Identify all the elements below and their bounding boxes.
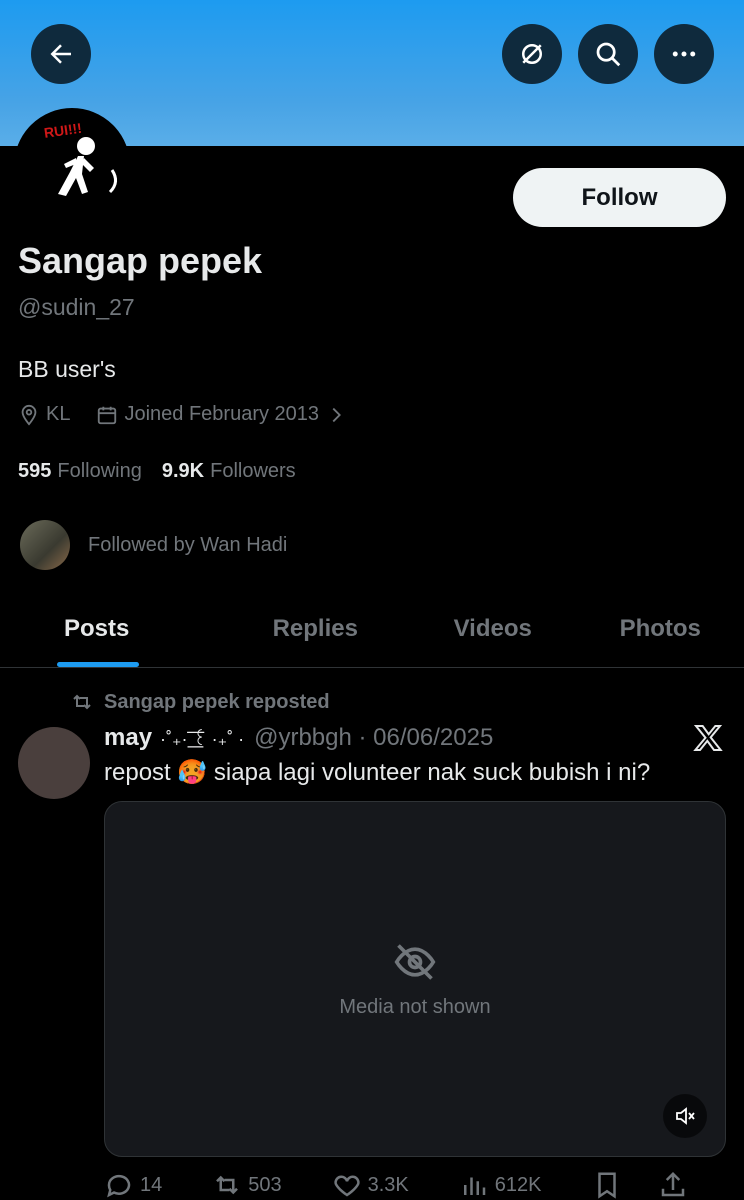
joined-text: Joined February 2013 bbox=[124, 403, 320, 425]
profile-name: Sangap pepek bbox=[18, 240, 263, 281]
profile-handle: @sudin_27 bbox=[18, 294, 135, 320]
grok-icon bbox=[522, 44, 542, 64]
followed-by[interactable]: Followed by Wan Hadi bbox=[20, 520, 287, 570]
svg-text:RUI!!!: RUI!!! bbox=[43, 120, 83, 141]
back-button[interactable] bbox=[31, 24, 91, 84]
bar-chart-icon bbox=[463, 1177, 486, 1195]
location-item: KL bbox=[18, 403, 70, 426]
following-link[interactable]: 595 Following bbox=[18, 460, 142, 483]
profile-bio: BB user's bbox=[18, 356, 116, 382]
repost-label: Sangap pepek reposted bbox=[104, 690, 330, 713]
view-count: 612K bbox=[494, 1173, 542, 1196]
following-count: 595 bbox=[18, 460, 52, 482]
repost-icon bbox=[73, 694, 91, 710]
follow-counts: 595 Following 9.9K Followers bbox=[18, 460, 316, 483]
followers-count: 9.9K bbox=[161, 460, 205, 482]
avatar-figure: RUI!!! bbox=[43, 120, 117, 196]
tab-posts[interactable]: Posts bbox=[0, 590, 232, 667]
repost-indicator: Sangap pepek reposted bbox=[70, 690, 330, 714]
post-author-deco: ·˚₊· ͟͟͞͞꒰ ·₊˚ · bbox=[160, 728, 245, 749]
location-pin-icon bbox=[21, 404, 37, 426]
followers-link[interactable]: 9.9K Followers bbox=[162, 460, 296, 483]
post-media-placeholder[interactable]: Media not shown bbox=[104, 801, 726, 1157]
media-placeholder-label: Media not shown bbox=[339, 995, 491, 1018]
heart-icon bbox=[334, 1175, 360, 1197]
following-label: Following bbox=[57, 460, 142, 482]
post-author-name[interactable]: may bbox=[104, 724, 152, 752]
post-actions: 14 503 3.3K 612K bbox=[104, 1170, 724, 1200]
reply-icon bbox=[107, 1174, 131, 1198]
tab-photos[interactable]: Photos bbox=[577, 590, 744, 667]
follow-button[interactable]: Follow bbox=[513, 168, 726, 227]
repost-action-icon bbox=[216, 1175, 239, 1195]
profile-tabs: Posts Replies Videos Photos bbox=[0, 590, 744, 668]
bookmark-button[interactable] bbox=[592, 1170, 628, 1200]
tab-videos[interactable]: Videos bbox=[409, 590, 577, 667]
followed-by-text: Followed by Wan Hadi bbox=[88, 533, 288, 556]
reply-count: 14 bbox=[140, 1173, 163, 1196]
share-icon bbox=[661, 1171, 684, 1197]
reply-button[interactable]: 14 bbox=[104, 1170, 162, 1200]
profile-avatar[interactable]: RUI!!! bbox=[14, 108, 130, 224]
post-header: may ·˚₊· ͟͟͞͞꒰ ·₊˚ · @yrbbgh · 06/06/202… bbox=[104, 724, 493, 752]
search-button[interactable] bbox=[578, 24, 638, 84]
views-button[interactable]: 612K bbox=[459, 1170, 542, 1200]
joined-item[interactable]: Joined February 2013 bbox=[96, 403, 353, 426]
search-icon bbox=[596, 42, 621, 67]
arrow-left-icon bbox=[50, 44, 71, 64]
profile-meta: KL Joined February 2013 bbox=[18, 403, 379, 426]
mute-button[interactable] bbox=[663, 1094, 707, 1138]
x-logo-icon bbox=[693, 725, 723, 751]
share-button[interactable] bbox=[658, 1170, 694, 1200]
post-handle-date: @yrbbgh · 06/06/2025 bbox=[254, 724, 494, 751]
location-text: KL bbox=[46, 403, 71, 425]
like-button[interactable]: 3.3K bbox=[332, 1170, 409, 1200]
followers-label: Followers bbox=[210, 460, 296, 482]
grok-button[interactable] bbox=[502, 24, 562, 84]
calendar-icon bbox=[98, 406, 117, 424]
repost-count: 503 bbox=[248, 1173, 282, 1196]
bookmark-icon bbox=[597, 1172, 616, 1199]
tab-replies[interactable]: Replies bbox=[232, 590, 410, 667]
speaker-muted-icon bbox=[676, 1107, 695, 1125]
follower-avatar bbox=[20, 520, 70, 570]
eye-off-icon bbox=[394, 943, 436, 980]
post-author-avatar[interactable] bbox=[18, 727, 90, 799]
like-count: 3.3K bbox=[367, 1173, 409, 1196]
more-icon bbox=[672, 51, 696, 57]
post-text: repost 🥵 siapa lagi volunteer nak suck b… bbox=[104, 759, 651, 786]
more-button[interactable] bbox=[654, 24, 714, 84]
repost-button[interactable]: 503 bbox=[212, 1170, 282, 1200]
chevron-right-icon bbox=[332, 407, 342, 422]
